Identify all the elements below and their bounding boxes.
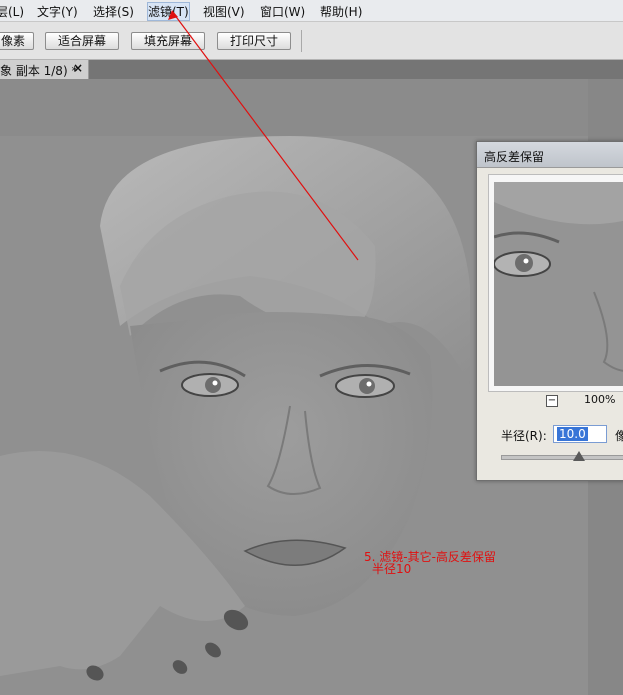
menu-bar: 层(L) 文字(Y) 选择(S) 滤镜(T) 视图(V) 窗口(W) 帮助(H)	[0, 0, 623, 22]
radius-slider-thumb[interactable]	[573, 451, 585, 461]
menu-window[interactable]: 窗口(W)	[260, 3, 305, 20]
annotation-radius: 半径10	[372, 562, 412, 576]
zoom-out-button[interactable]: −	[546, 395, 558, 407]
close-icon[interactable]: ×	[73, 61, 83, 75]
preview-frame	[488, 174, 623, 392]
options-divider	[301, 30, 302, 52]
actual-pixels-button[interactable]: 像素	[0, 32, 34, 50]
unit-label: 像	[615, 429, 623, 443]
high-pass-dialog: 高反差保留 − 100% 半径(R): 10.0 像	[476, 141, 623, 481]
fit-screen-button[interactable]: 适合屏幕	[45, 32, 119, 50]
radius-value: 10.0	[557, 427, 588, 441]
fill-screen-button[interactable]: 填充屏幕	[131, 32, 205, 50]
menu-layer[interactable]: 层(L)	[0, 3, 24, 20]
radius-label: 半径(R):	[501, 429, 547, 443]
menu-filter[interactable]: 滤镜(T)	[147, 2, 190, 21]
menu-select[interactable]: 选择(S)	[93, 3, 134, 20]
print-size-button[interactable]: 打印尺寸	[217, 32, 291, 50]
menu-view[interactable]: 视图(V)	[203, 3, 245, 20]
preview-image[interactable]	[494, 182, 623, 386]
dialog-titlebar[interactable]: 高反差保留	[477, 142, 623, 168]
options-bar: 像素 适合屏幕 填充屏幕 打印尺寸	[0, 22, 623, 60]
document-tab-title: 象 副本 1/8) *	[0, 64, 78, 78]
document-tab[interactable]: 象 副本 1/8) * ×	[0, 60, 89, 79]
document-tab-bar: 象 副本 1/8) * ×	[0, 60, 623, 79]
dialog-title: 高反差保留	[484, 150, 545, 164]
radius-slider-track[interactable]	[501, 455, 623, 460]
radius-input[interactable]: 10.0	[553, 425, 607, 443]
menu-help[interactable]: 帮助(H)	[320, 3, 362, 20]
zoom-level: 100%	[584, 393, 616, 406]
menu-type[interactable]: 文字(Y)	[37, 3, 78, 20]
